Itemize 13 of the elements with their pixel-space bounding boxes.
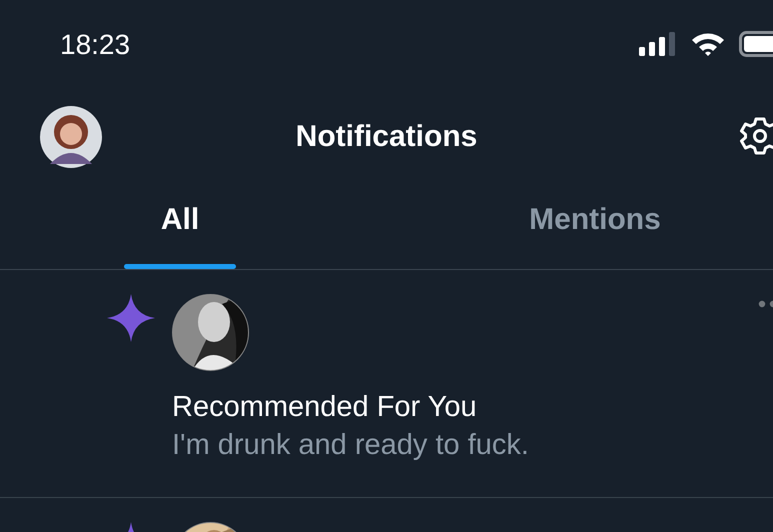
battery-icon [739,31,773,57]
page-title: Notifications [296,120,478,154]
settings-icon[interactable] [740,116,773,156]
tab[interactable]: All [0,180,360,269]
sparkle-icon [107,294,155,342]
status-time: 18:23 [60,29,130,61]
notification-text: I'm drunk and ready to fuck. [172,428,529,463]
notification-title: Recommended For You [172,390,478,425]
profile-avatar[interactable] [40,106,102,168]
more-icon[interactable] [758,300,773,308]
wifi-icon [691,32,725,56]
tab[interactable]: Mentions [360,180,773,269]
signal-icon [639,32,677,56]
